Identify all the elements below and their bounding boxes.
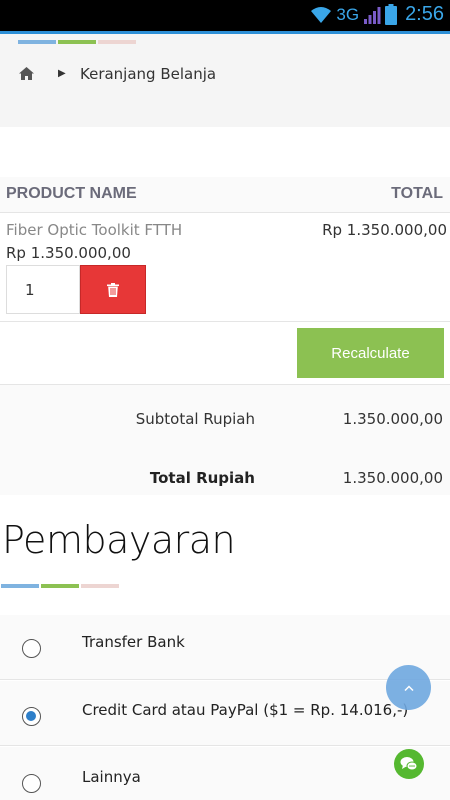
breadcrumb-current: Keranjang Belanja bbox=[80, 65, 217, 83]
radio-button[interactable] bbox=[22, 639, 41, 658]
trash-icon bbox=[107, 282, 119, 297]
total-value: 1.350.000,00 bbox=[342, 469, 443, 487]
network-type: 3G bbox=[336, 4, 360, 24]
radio-button[interactable] bbox=[22, 774, 41, 793]
payment-option-transfer-bank[interactable]: Transfer Bank bbox=[0, 615, 450, 680]
payment-title: Pembayaran bbox=[2, 518, 236, 562]
status-bar: 3G 2:56 bbox=[0, 0, 450, 31]
payment-option-label: Transfer Bank bbox=[82, 633, 185, 651]
delete-item-button[interactable] bbox=[80, 265, 146, 314]
product-name-link[interactable]: Fiber Optic Toolkit FTTH bbox=[6, 221, 182, 239]
subtotal-value: 1.350.000,00 bbox=[342, 410, 443, 428]
payment-option-label: Lainnya bbox=[82, 768, 141, 786]
wifi-icon bbox=[311, 6, 332, 23]
decorative-color-bar bbox=[1, 584, 121, 588]
home-icon[interactable] bbox=[19, 67, 34, 80]
cart-table-header: PRODUCT NAME TOTAL bbox=[0, 177, 450, 213]
scroll-to-top-button[interactable] bbox=[386, 665, 431, 710]
product-unit-price: Rp 1.350.000,00 bbox=[6, 244, 131, 262]
payment-option-lainnya[interactable]: Lainnya bbox=[0, 747, 450, 800]
payment-option-label: Credit Card atau PayPal ($1 = Rp. 14.016… bbox=[82, 701, 409, 719]
battery-icon bbox=[385, 4, 398, 25]
recalculate-button[interactable]: Recalculate bbox=[297, 328, 444, 378]
column-header-product: PRODUCT NAME bbox=[6, 185, 137, 202]
chat-button[interactable] bbox=[394, 749, 424, 779]
divider bbox=[0, 321, 450, 322]
radio-button-selected[interactable] bbox=[22, 707, 41, 726]
quantity-input[interactable] bbox=[6, 265, 80, 314]
decorative-color-bar bbox=[18, 40, 138, 44]
subtotal-label: Subtotal Rupiah bbox=[135, 410, 255, 428]
payment-option-credit-card[interactable]: Credit Card atau PayPal ($1 = Rp. 14.016… bbox=[0, 681, 450, 746]
signal-icon bbox=[364, 6, 381, 24]
total-label: Total Rupiah bbox=[149, 469, 255, 487]
chat-icon bbox=[400, 757, 418, 771]
column-header-total: TOTAL bbox=[391, 185, 443, 202]
cart-totals: Subtotal Rupiah 1.350.000,00 Total Rupia… bbox=[0, 385, 450, 495]
caret-right-icon: ▶ bbox=[58, 68, 66, 79]
product-line-total: Rp 1.350.000,00 bbox=[322, 221, 447, 239]
clock: 2:56 bbox=[405, 3, 444, 25]
breadcrumb: ▶ Keranjang Belanja bbox=[0, 34, 450, 127]
chevron-up-icon bbox=[403, 684, 414, 691]
